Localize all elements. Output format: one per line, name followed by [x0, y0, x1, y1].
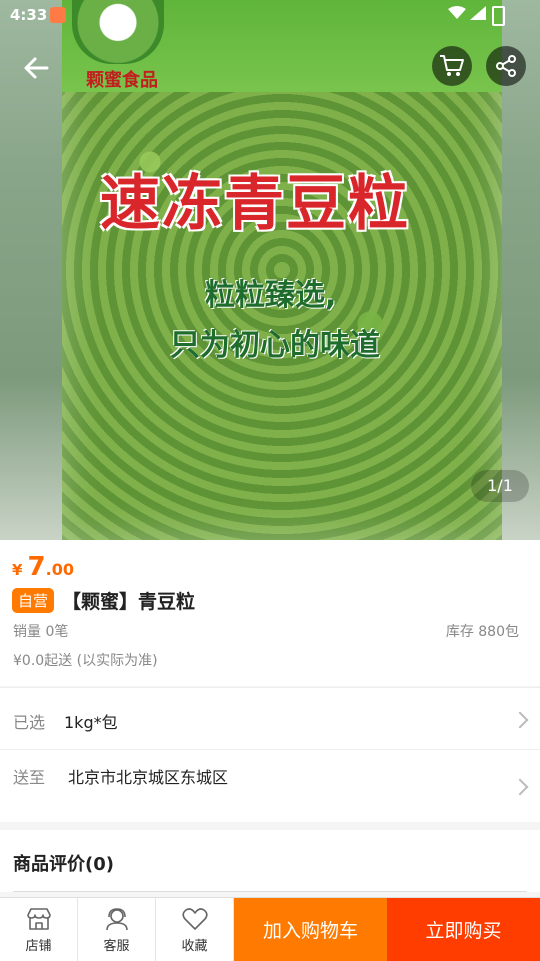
back-button[interactable]: [18, 50, 54, 86]
reviews-header: 商品评价(0): [13, 854, 114, 875]
store-button[interactable]: 店铺: [0, 898, 78, 961]
heart-icon: [181, 906, 208, 932]
price-integer: 7: [27, 552, 46, 582]
sales-count: 销量 0笔: [13, 624, 69, 640]
shipping-label: 送至: [13, 768, 46, 787]
share-icon: [496, 55, 516, 77]
reviews-section[interactable]: 商品评价(0): [0, 830, 540, 892]
spec-selection-value: 1kg*包: [64, 713, 118, 732]
shipping-address-row[interactable]: 送至 北京市北京城区东城区: [0, 749, 540, 822]
shipping-address: 北京市北京城区东城区: [68, 768, 229, 787]
cart-icon: [440, 55, 464, 76]
customer-service-button[interactable]: 客服: [78, 898, 156, 961]
spec-selection-label: 已选: [13, 713, 46, 732]
image-page-indicator: 1/1: [471, 470, 529, 502]
buy-now-button[interactable]: 立即购买: [387, 898, 540, 961]
product-info-card: ¥ 7.00 自营 【颗蜜】青豆粒 销量 0笔 库存 880包 ¥0.0起送 (…: [0, 540, 540, 686]
package-slogan-line2: 只为初心的味道: [170, 328, 380, 363]
package-slogan-line1: 粒粒臻选,: [205, 278, 337, 313]
divider: [13, 891, 527, 892]
price-decimal: .00: [45, 560, 74, 579]
favorite-button[interactable]: 收藏: [156, 898, 234, 961]
chevron-right-icon: [511, 778, 529, 796]
self-operated-badge: 自营: [12, 588, 55, 613]
store-label: 店铺: [25, 938, 52, 954]
status-bar: 4:33: [0, 0, 540, 30]
store-icon: [26, 906, 52, 932]
wifi-icon: [448, 6, 466, 24]
brand-text: 颗蜜食品: [86, 70, 158, 91]
minimum-order-note: ¥0.0起送 (以实际为准): [13, 653, 158, 669]
customer-service-label: 客服: [103, 938, 130, 954]
product-price: ¥ 7.00: [12, 552, 74, 582]
customer-service-icon: [104, 906, 130, 932]
app-notification-icon: [50, 7, 66, 23]
share-button[interactable]: [486, 46, 526, 86]
battery-icon: [492, 6, 505, 26]
back-arrow-icon: [24, 57, 49, 79]
signal-icon: [470, 6, 486, 24]
package-title: 速冻青豆粒: [100, 169, 410, 239]
spec-selection-row[interactable]: 已选 1kg*包: [0, 687, 540, 749]
cart-button[interactable]: [432, 46, 472, 86]
stock-count: 库存 880包: [445, 624, 519, 640]
status-time: 4:33: [10, 6, 48, 24]
bottom-action-bar: 店铺 客服 收藏 加入购物车 立即购买: [0, 897, 540, 961]
product-title-row: 自营 【颗蜜】青豆粒: [12, 587, 195, 614]
product-title: 【颗蜜】青豆粒: [62, 591, 196, 613]
add-to-cart-button[interactable]: 加入购物车: [234, 898, 387, 961]
chevron-right-icon: [511, 711, 529, 729]
favorite-label: 收藏: [181, 938, 208, 954]
price-currency: ¥: [12, 561, 23, 579]
